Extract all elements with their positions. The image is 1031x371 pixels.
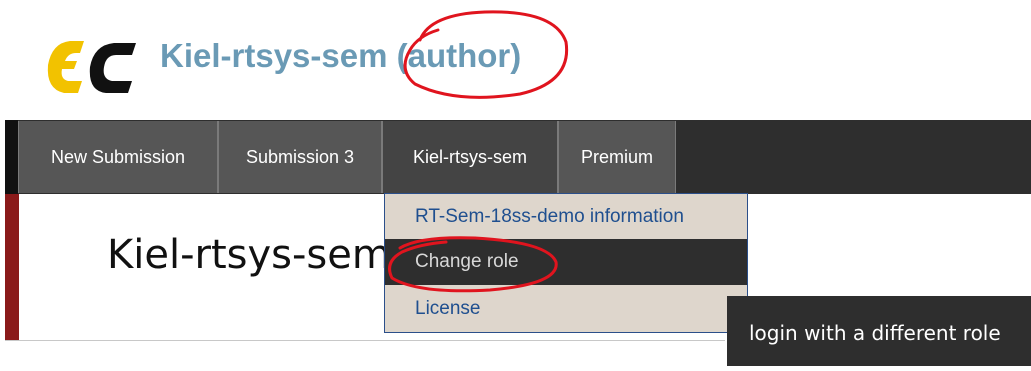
nav-new-submission[interactable]: New Submission: [18, 121, 218, 193]
nav-submission-3[interactable]: Submission 3: [218, 121, 382, 193]
site-title: Kiel-rtsys-sem (author): [160, 37, 522, 74]
nav-conference[interactable]: Kiel-rtsys-sem: [382, 121, 558, 193]
tooltip: login with a different role: [727, 296, 1031, 366]
ec-logo-icon[interactable]: [44, 33, 144, 99]
page-title: Kiel-rtsys-sem: [107, 232, 391, 278]
menu-item-change-role[interactable]: Change role: [385, 239, 747, 285]
navbar-accent: [5, 120, 18, 194]
nav-premium[interactable]: Premium: [558, 121, 676, 193]
menu-item-information[interactable]: RT-Sem-18ss-demo information: [385, 194, 747, 240]
conference-dropdown-menu: RT-Sem-18ss-demo information Change role…: [384, 193, 748, 333]
page-divider: [5, 340, 725, 341]
menu-item-license[interactable]: License: [385, 286, 747, 332]
page-accent-bar: [5, 194, 19, 340]
